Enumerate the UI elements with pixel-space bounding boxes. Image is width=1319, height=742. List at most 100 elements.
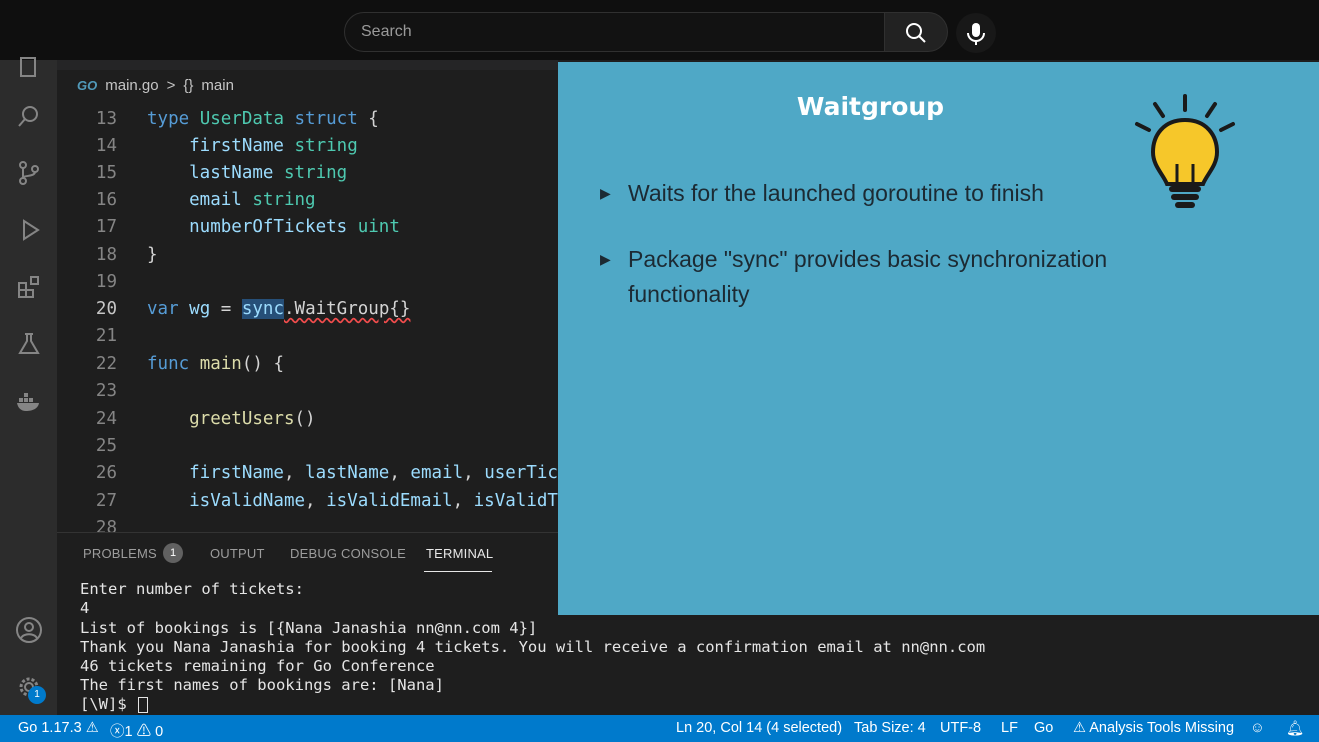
breadcrumb-file[interactable]: main.go	[105, 77, 158, 94]
search-input[interactable]: Search	[344, 12, 885, 52]
code-text: firstName string	[147, 136, 358, 156]
active-tab-indicator	[424, 571, 492, 572]
code-line: 27 isValidName, isValidEmail, isValidTic…	[57, 488, 558, 515]
notifications-bell-icon[interactable]: 🔔︎	[1286, 720, 1304, 737]
terminal-prompt[interactable]: [\W]$	[80, 695, 148, 714]
line-number: 28	[95, 518, 117, 532]
microphone-icon	[967, 23, 985, 45]
editor-tab-strip	[57, 60, 558, 70]
warning-icon: ⚠	[136, 724, 152, 740]
code-text: isValidName, isValidEmail, isValidTicket…	[147, 491, 558, 511]
code-line: 26 firstName, lastName, email, userTicke…	[57, 460, 558, 487]
terminal-line: The first names of bookings are: [Nana]	[80, 676, 444, 694]
warning-icon: ⚠	[1073, 720, 1086, 736]
code-text: var wg = sync.WaitGroup{}	[147, 299, 411, 319]
go-version-status[interactable]: Go 1.17.3 ⚠	[18, 720, 99, 736]
tab-problems[interactable]: PROBLEMS	[83, 546, 157, 561]
terminal-line: 4	[80, 599, 90, 617]
code-line: 14 firstName string	[57, 133, 558, 160]
code-line: 28	[57, 515, 558, 532]
code-text: firstName, lastName, email, userTickets …	[147, 463, 558, 483]
search-icon[interactable]	[12, 100, 46, 134]
code-text: numberOfTickets uint	[147, 217, 400, 237]
breadcrumb-separator: >	[166, 77, 176, 94]
problems-status[interactable]: ⓧ1 ⚠ 0	[110, 720, 163, 741]
code-editor[interactable]: GO main.go > {} main 13 type UserData str…	[57, 60, 558, 532]
breadcrumb-symbol[interactable]: main	[201, 77, 234, 94]
terminal-cursor	[138, 696, 148, 713]
line-number: 15	[95, 163, 117, 183]
slide-overlay: Waitgroup ▶ Waits for the launched gorou…	[558, 62, 1319, 615]
line-number: 17	[95, 217, 117, 237]
code-text: lastName string	[147, 163, 348, 183]
line-number: 13	[95, 109, 117, 129]
search-icon	[906, 23, 926, 43]
accounts-icon[interactable]	[12, 613, 46, 647]
code-line: 19	[57, 269, 558, 296]
extensions-icon[interactable]	[12, 270, 46, 304]
eol-status[interactable]: LF	[1001, 720, 1018, 736]
tab-terminal[interactable]: TERMINAL	[426, 546, 493, 561]
code-text: }	[147, 245, 158, 265]
analysis-tools-status[interactable]: ⚠ Analysis Tools Missing	[1073, 720, 1234, 736]
terminal-line: Thank you Nana Janashia for booking 4 ti…	[80, 638, 986, 656]
explorer-icon[interactable]	[12, 50, 46, 84]
activity-bar: 1	[0, 57, 57, 715]
lightbulb-icon	[1135, 94, 1235, 208]
terminal-line: List of bookings is [{Nana Janashia nn@n…	[80, 619, 538, 637]
settings-badge: 1	[28, 686, 46, 704]
browser-top-bar: Search	[0, 0, 1319, 60]
language-status[interactable]: Go	[1034, 720, 1053, 736]
code-line: 16 email string	[57, 187, 558, 214]
warning-icon: ⚠	[85, 720, 99, 736]
run-debug-icon[interactable]	[12, 213, 46, 247]
search-placeholder: Search	[361, 23, 412, 40]
code-line: 21	[57, 323, 558, 350]
problems-count-badge: 1	[163, 543, 183, 563]
line-number: 25	[95, 436, 117, 456]
code-text: func main() {	[147, 354, 284, 374]
testing-icon[interactable]	[12, 327, 46, 361]
bullet-text: Package "sync" provides basic synchroniz…	[628, 246, 1108, 307]
source-control-icon[interactable]	[12, 156, 46, 190]
line-number: 26	[95, 463, 117, 483]
terminal-line: Enter number of tickets:	[80, 580, 304, 598]
status-bar: Go 1.17.3 ⚠ ⓧ1 ⚠ 0 Ln 20, Col 14 (4 sele…	[0, 715, 1319, 742]
tab-debug-console[interactable]: DEBUG CONSOLE	[290, 546, 406, 561]
error-icon: ⓧ	[110, 724, 125, 740]
line-number: 22	[95, 354, 117, 374]
tab-size-status[interactable]: Tab Size: 4	[854, 720, 926, 736]
terminal-line: 46 tickets remaining for Go Conference	[80, 657, 435, 675]
code-line: 13 type UserData struct {	[57, 106, 558, 133]
code-line: 24 greetUsers()	[57, 406, 558, 433]
code-line: 20 var wg = sync.WaitGroup{}	[57, 296, 558, 323]
code-line: 17 numberOfTickets uint	[57, 214, 558, 241]
code-line: 18}	[57, 242, 558, 269]
line-number: 18	[95, 245, 117, 265]
terminal-prompt-text: [\W]$	[80, 695, 136, 713]
bullet-arrow-icon: ▶	[600, 185, 611, 201]
slide-title: Waitgroup	[796, 92, 945, 121]
line-number: 24	[95, 409, 117, 429]
line-number: 21	[95, 326, 117, 346]
symbol-icon: {}	[183, 77, 194, 94]
breadcrumb: GO main.go > {} main	[77, 77, 234, 94]
line-number: 20	[95, 299, 117, 319]
search-button[interactable]	[884, 12, 948, 52]
feedback-icon[interactable]: ☺	[1250, 720, 1265, 736]
code-text: email string	[147, 190, 316, 210]
line-number: 23	[95, 381, 117, 401]
encoding-status[interactable]: UTF-8	[940, 720, 981, 736]
tab-output[interactable]: OUTPUT	[210, 546, 265, 561]
bullet-arrow-icon: ▶	[600, 251, 611, 267]
line-number: 27	[95, 491, 117, 511]
go-file-icon: GO	[77, 78, 98, 93]
code-line: 23	[57, 378, 558, 405]
cursor-position-status[interactable]: Ln 20, Col 14 (4 selected)	[676, 720, 842, 736]
code-line: 15 lastName string	[57, 160, 558, 187]
docker-icon[interactable]	[12, 384, 46, 418]
bullet-text: Waits for the launched goroutine to fini…	[628, 180, 1044, 206]
line-number: 19	[95, 272, 117, 292]
code-line: 22 func main() {	[57, 351, 558, 378]
voice-search-button[interactable]	[956, 13, 996, 53]
